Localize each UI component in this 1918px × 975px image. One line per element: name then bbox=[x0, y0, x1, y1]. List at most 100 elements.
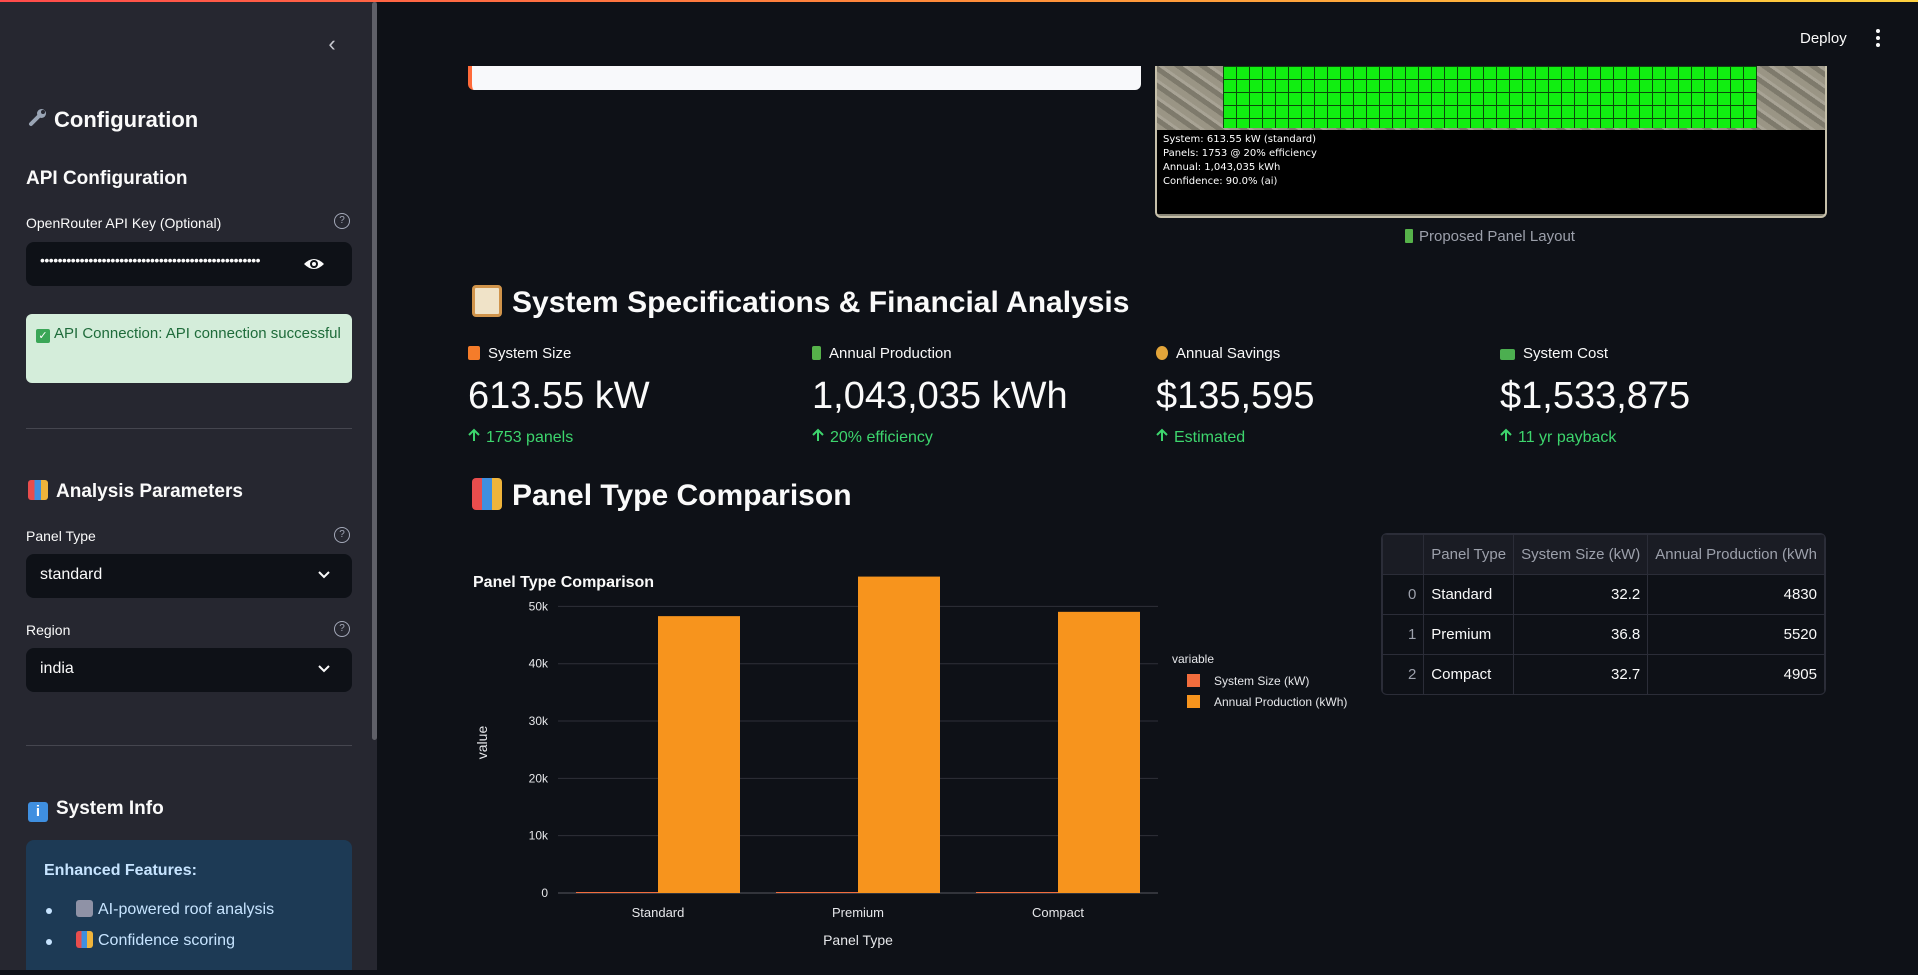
show-password-eye-icon[interactable] bbox=[302, 254, 326, 274]
overlay-line: Confidence: 90.0% (ai) bbox=[1163, 176, 1278, 187]
battery-icon bbox=[812, 346, 821, 360]
arrow-up-icon bbox=[1500, 428, 1512, 441]
legend-swatch bbox=[1187, 695, 1200, 708]
metric-delta: Estimated bbox=[1156, 428, 1476, 447]
y-tick-label: 0 bbox=[541, 886, 548, 900]
comparison-table: Panel Type System Size (kW) Annual Produ… bbox=[1382, 534, 1825, 694]
panel-type-select[interactable]: standard bbox=[26, 554, 352, 598]
panel-type-value: standard bbox=[40, 566, 103, 583]
specs-heading: System Specifications & Financial Analys… bbox=[472, 285, 1129, 320]
y-axis-label: value bbox=[474, 726, 490, 760]
table-cell[interactable]: 32.2 bbox=[1513, 574, 1649, 615]
metric-value: 613.55 kW bbox=[468, 375, 650, 417]
arrow-up-icon bbox=[812, 428, 824, 441]
overlay-line: System: 613.55 kW (standard) bbox=[1163, 134, 1317, 145]
comparison-chart[interactable]: Panel Type Comparison 0 10k 20k 30k 40k 50k Sta… bbox=[465, 560, 1365, 970]
metric-delta-text: 20% efficiency bbox=[830, 429, 933, 446]
system-info-heading: i System Info bbox=[28, 798, 164, 822]
y-tick-label: 20k bbox=[529, 771, 549, 785]
features-info-box: Enhanced Features: AI-powered roof analy… bbox=[26, 840, 352, 970]
bar-chart-icon bbox=[28, 480, 48, 500]
table-cell[interactable]: 5520 bbox=[1647, 614, 1825, 655]
metric-label: Annual Production bbox=[812, 345, 1132, 367]
metric-delta-text: Estimated bbox=[1174, 429, 1246, 446]
metric-label: System Size bbox=[468, 345, 788, 367]
table-header[interactable]: Annual Production (kWh bbox=[1647, 534, 1825, 575]
metric-label-text: Annual Savings bbox=[1176, 345, 1281, 362]
panel-type-label: Panel Type bbox=[26, 528, 96, 544]
metric-annual-production: Annual Production 1,043,035 kWh 20% effi… bbox=[812, 345, 1132, 447]
bar-system-size-kw- bbox=[776, 892, 858, 893]
y-tick-label: 30k bbox=[529, 714, 549, 728]
features-title: Enhanced Features: bbox=[44, 862, 197, 879]
table-header[interactable]: System Size (kW) bbox=[1513, 534, 1649, 575]
legend-item: Annual Production (kWh) bbox=[1214, 695, 1347, 709]
table-row[interactable]: 2 Compact 32.7 4905 bbox=[1382, 654, 1825, 694]
table-cell[interactable]: Premium bbox=[1423, 614, 1515, 655]
money-bag-icon bbox=[1156, 346, 1168, 360]
sidebar-title: Configuration bbox=[28, 107, 198, 133]
region-help-icon[interactable]: ? bbox=[334, 621, 350, 637]
comparison-dataframe[interactable]: Panel Type System Size (kW) Annual Produ… bbox=[1381, 533, 1826, 695]
collapse-sidebar-button[interactable]: ‹ bbox=[320, 32, 344, 56]
image-caption-text: Proposed Panel Layout bbox=[1419, 228, 1575, 245]
lightning-icon bbox=[468, 346, 480, 360]
sidebar-scrollbar[interactable] bbox=[372, 2, 377, 740]
list-item: Confidence scoring bbox=[44, 931, 274, 962]
battery-icon bbox=[1405, 229, 1413, 243]
analysis-params-text: Analysis Parameters bbox=[56, 481, 243, 502]
legend-item: System Size (kW) bbox=[1214, 674, 1309, 688]
table-cell[interactable]: Compact bbox=[1423, 654, 1515, 694]
table-cell[interactable]: 4905 bbox=[1647, 654, 1825, 694]
metric-value: 1,043,035 kWh bbox=[812, 375, 1068, 417]
metric-label-text: System Size bbox=[488, 345, 572, 362]
table-cell[interactable]: 36.8 bbox=[1513, 614, 1649, 655]
panel-type-help-icon[interactable]: ? bbox=[334, 527, 350, 543]
bar-chart-icon bbox=[472, 478, 502, 510]
metric-label-text: Annual Production bbox=[829, 345, 952, 362]
metric-label: Annual Savings bbox=[1156, 345, 1476, 367]
comparison-heading: Panel Type Comparison bbox=[472, 478, 852, 513]
y-tick-label: 10k bbox=[529, 829, 549, 843]
table-cell[interactable]: 4830 bbox=[1647, 574, 1825, 615]
api-status-text: API Connection: API connection successfu… bbox=[54, 325, 341, 342]
analysis-card-bottom bbox=[468, 66, 1141, 90]
table-header[interactable]: Panel Type bbox=[1423, 534, 1515, 575]
main-menu-kebab-icon[interactable] bbox=[1874, 28, 1882, 48]
metric-value: $1,533,875 bbox=[1500, 375, 1691, 417]
metric-delta-text: 1753 panels bbox=[486, 429, 574, 446]
metric-delta-text: 11 yr payback bbox=[1518, 429, 1617, 446]
api-status-alert: ✓ API Connection: API connection successf… bbox=[26, 314, 352, 383]
table-row[interactable]: 1 Premium 36.8 5520 bbox=[1382, 614, 1825, 655]
legend-title: variable bbox=[1172, 652, 1214, 666]
api-key-input[interactable]: ••••••••••••••••••••••••••••••••••••••••… bbox=[26, 242, 352, 286]
table-cell[interactable]: Standard bbox=[1423, 574, 1515, 615]
region-value: india bbox=[40, 660, 74, 677]
x-axis-label: Panel Type bbox=[823, 932, 893, 948]
table-row[interactable]: 0 Standard 32.2 4830 bbox=[1382, 574, 1825, 615]
table-cell-index: 0 bbox=[1382, 574, 1425, 615]
info-icon: i bbox=[28, 802, 48, 822]
table-cell[interactable]: 32.7 bbox=[1513, 654, 1649, 694]
feature-text: Confidence scoring bbox=[98, 932, 235, 949]
overlay-line: Annual: 1,043,035 kWh bbox=[1163, 162, 1281, 173]
panel-layout-image: System: 613.55 kW (standard) Panels: 175… bbox=[1155, 66, 1827, 218]
api-key-masked-value: ••••••••••••••••••••••••••••••••••••••••… bbox=[40, 252, 261, 268]
deploy-button[interactable]: Deploy bbox=[1800, 30, 1847, 47]
api-key-label: OpenRouter API Key (Optional) bbox=[26, 215, 222, 231]
table-cell-index: 2 bbox=[1382, 654, 1425, 694]
banknote-icon bbox=[1500, 349, 1515, 360]
bar-annual-production-kwh- bbox=[858, 576, 940, 893]
region-select[interactable]: india bbox=[26, 648, 352, 692]
table-header[interactable] bbox=[1382, 534, 1425, 575]
arrow-up-icon bbox=[468, 428, 480, 441]
api-key-help-icon[interactable]: ? bbox=[334, 213, 350, 229]
x-tick-label: Standard bbox=[632, 905, 685, 920]
chevron-down-icon bbox=[318, 571, 330, 579]
bar-annual-production-kwh- bbox=[1058, 611, 1140, 893]
solar-panel-grid bbox=[1223, 66, 1757, 128]
list-item: AI-powered roof analysis bbox=[44, 900, 274, 931]
chart-svg[interactable]: Panel Type Comparison 0 10k 20k 30k 40k 50k Sta… bbox=[465, 560, 1365, 970]
bar-system-size-kw- bbox=[976, 892, 1058, 893]
x-tick-label: Premium bbox=[832, 905, 884, 920]
